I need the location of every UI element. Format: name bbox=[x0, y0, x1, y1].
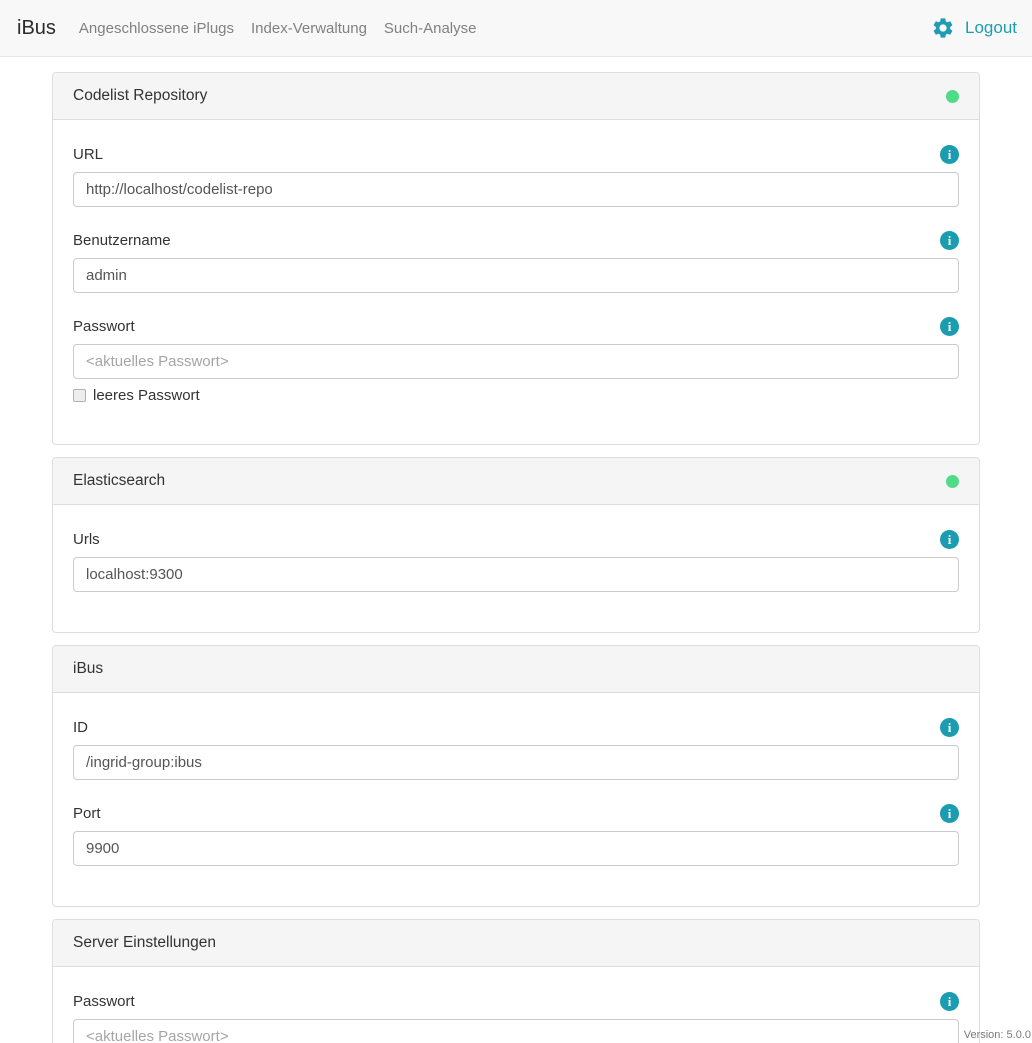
text-input[interactable] bbox=[73, 258, 959, 293]
field-label: URL bbox=[73, 146, 103, 163]
card-body: URL i Benutzername i Passwort i leeres P… bbox=[53, 120, 979, 444]
card-body: ID i Port i bbox=[53, 693, 979, 906]
nav-item-index-verwaltung[interactable]: Index-Verwaltung bbox=[251, 16, 367, 41]
field-label: ID bbox=[73, 719, 88, 736]
text-input[interactable] bbox=[73, 344, 959, 379]
field-label-row: Port i bbox=[73, 804, 959, 823]
form-field: ID i bbox=[73, 718, 959, 780]
card-header: iBus bbox=[53, 646, 979, 693]
field-label-row: Passwort i bbox=[73, 992, 959, 1011]
nav-links: Angeschlossene iPlugs Index-Verwaltung S… bbox=[79, 16, 477, 41]
card-header: Codelist Repository bbox=[53, 73, 979, 120]
brand-ibus[interactable]: iBus bbox=[17, 17, 56, 40]
field-label-row: ID i bbox=[73, 718, 959, 737]
text-input[interactable] bbox=[73, 557, 959, 592]
text-input[interactable] bbox=[73, 745, 959, 780]
field-label-row: Passwort i bbox=[73, 317, 959, 336]
navbar: iBus Angeschlossene iPlugs Index-Verwalt… bbox=[0, 0, 1032, 57]
version-label: Version: 5.0.0 bbox=[964, 1029, 1031, 1041]
field-label-row: URL i bbox=[73, 145, 959, 164]
card-title: Server Einstellungen bbox=[73, 934, 216, 952]
field-label-row: Urls i bbox=[73, 530, 959, 549]
info-icon[interactable]: i bbox=[940, 530, 959, 549]
settings-card: iBus ID i Port i bbox=[52, 645, 980, 907]
card-body: Urls i bbox=[53, 505, 979, 632]
info-icon[interactable]: i bbox=[940, 231, 959, 250]
card-title: iBus bbox=[73, 660, 103, 678]
form-field: Passwort i bbox=[73, 992, 959, 1043]
settings-card: Server Einstellungen Passwort i bbox=[52, 919, 980, 1043]
card-title: Codelist Repository bbox=[73, 87, 207, 105]
field-label: Urls bbox=[73, 531, 100, 548]
field-label: Passwort bbox=[73, 993, 135, 1010]
text-input[interactable] bbox=[73, 831, 959, 866]
status-ok-dot bbox=[946, 475, 959, 488]
info-icon[interactable]: i bbox=[940, 804, 959, 823]
info-icon[interactable]: i bbox=[940, 145, 959, 164]
logout-link[interactable]: Logout bbox=[965, 18, 1017, 38]
form-field: Urls i bbox=[73, 530, 959, 592]
info-icon[interactable]: i bbox=[940, 992, 959, 1011]
status-ok-dot bbox=[946, 90, 959, 103]
form-field: Passwort i leeres Passwort bbox=[73, 317, 959, 404]
field-label: Passwort bbox=[73, 318, 135, 335]
text-input[interactable] bbox=[73, 1019, 959, 1043]
field-label-row: Benutzername i bbox=[73, 231, 959, 250]
field-label: Port bbox=[73, 805, 101, 822]
card-title: Elasticsearch bbox=[73, 472, 165, 490]
nav-right: Logout bbox=[931, 16, 1017, 40]
checkbox-row: leeres Passwort bbox=[73, 387, 959, 404]
empty-password-checkbox[interactable] bbox=[73, 389, 86, 402]
card-header: Server Einstellungen bbox=[53, 920, 979, 967]
info-icon[interactable]: i bbox=[940, 718, 959, 737]
card-body: Passwort i bbox=[53, 967, 979, 1043]
settings-card: Codelist Repository URL i Benutzername i… bbox=[52, 72, 980, 445]
info-icon[interactable]: i bbox=[940, 317, 959, 336]
field-label: Benutzername bbox=[73, 232, 171, 249]
form-field: Benutzername i bbox=[73, 231, 959, 293]
text-input[interactable] bbox=[73, 172, 959, 207]
form-field: URL i bbox=[73, 145, 959, 207]
form-field: Port i bbox=[73, 804, 959, 866]
cards-container: Codelist Repository URL i Benutzername i… bbox=[0, 57, 1032, 1043]
checkbox-label[interactable]: leeres Passwort bbox=[93, 387, 200, 404]
nav-item-angeschlossene-iplugs[interactable]: Angeschlossene iPlugs bbox=[79, 16, 234, 41]
settings-card: Elasticsearch Urls i bbox=[52, 457, 980, 633]
gear-icon[interactable] bbox=[931, 16, 955, 40]
nav-item-such-analyse[interactable]: Such-Analyse bbox=[384, 16, 477, 41]
card-header: Elasticsearch bbox=[53, 458, 979, 505]
